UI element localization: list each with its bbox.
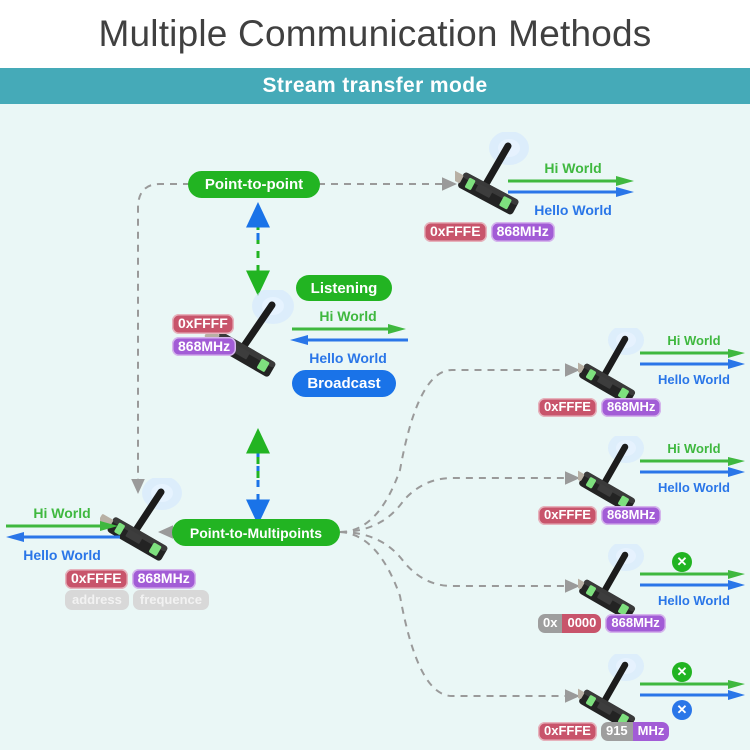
frequence-caption: frequence [132, 590, 210, 610]
badges-peer-3: 0x 0000 868MHz [538, 614, 666, 633]
frequency-badge: 915 MHz [600, 722, 670, 741]
messages-peer-2: Hi World Hello World [640, 441, 748, 496]
messages-peer-1: Hi World Hello World [640, 333, 748, 388]
pill-listening-label: Listening [310, 279, 378, 297]
frequency-badge: 868MHz [131, 569, 196, 589]
pill-broadcast-label: Broadcast [307, 375, 381, 392]
pill-point-to-multipoints-label: Point-to-Multipoints [189, 524, 323, 541]
badges-top-right: 0xFFFE 868MHz [424, 222, 555, 242]
arrow-pair-bidirectional [290, 324, 408, 346]
hello-world-label: Hello World [658, 371, 730, 387]
pill-point-to-point-label: Point-to-point [204, 176, 304, 193]
address-badge: 0xFFFE [538, 722, 597, 741]
diagram-root: Multiple Communication Methods Stream tr… [0, 0, 750, 750]
hi-world-label: Hi World [667, 441, 721, 456]
pill-listening[interactable]: Listening [296, 275, 392, 301]
wire-fanout-3 [339, 531, 580, 593]
hello-world-label: Hello World [309, 350, 387, 367]
badges-bottom-left: 0xFFFE 868MHz [65, 569, 196, 589]
frequency-badge: 868MHz [490, 222, 555, 242]
frequency-value: MHz [632, 722, 670, 741]
pill-broadcast[interactable]: Broadcast [292, 370, 396, 397]
badges-peer-2: 0xFFFE 868MHz [538, 506, 662, 525]
hi-world-label: Hi World [319, 308, 377, 324]
messages-center: Hi World Hello World [288, 308, 408, 366]
hi-world-label: Hi World [544, 160, 602, 176]
messages-top-right: Hi World Hello World [508, 160, 638, 218]
address-badge: 0xFFFE [538, 506, 597, 525]
x-glyph: ✕ [676, 664, 688, 679]
hi-world-label: Hi World [667, 333, 721, 348]
hello-blocked-icon: ✕ [672, 700, 692, 720]
arrow-pair-right [640, 570, 745, 590]
frequency-prefix: 915 [600, 722, 633, 741]
arrow-pair-right [640, 680, 745, 700]
frequency-badge: 868MHz [172, 336, 237, 357]
x-glyph: ✕ [676, 554, 688, 569]
address-badge: 0xFFFE [424, 222, 487, 242]
messages-peer-3: Hello World [640, 550, 748, 609]
address-badge: 0xFFFE [538, 398, 597, 417]
frequency-badge: 868MHz [605, 614, 666, 633]
pill-point-to-point[interactable]: Point-to-point [188, 171, 320, 198]
address-caption: address [65, 590, 129, 610]
hello-world-label: Hello World [23, 547, 101, 564]
messages-peer-4 [640, 660, 748, 724]
address-value: 0000 [562, 614, 602, 633]
arrow-pair-right [508, 176, 634, 198]
hi-world-label: Hi World [33, 505, 91, 521]
hello-world-label: Hello World [534, 202, 612, 219]
arrow-pair-right [640, 348, 745, 369]
hi-blocked-icon: ✕ [672, 552, 692, 572]
frequency-badge: 868MHz [600, 398, 662, 417]
arrow-pair-bidirectional [6, 521, 120, 543]
hello-world-label: Hello World [658, 479, 730, 495]
arrow-pair-right [640, 456, 745, 477]
pill-point-to-multipoints[interactable]: Point-to-Multipoints [172, 519, 340, 546]
address-prefix: 0x [538, 614, 563, 633]
frequency-badge: 868MHz [600, 506, 662, 525]
x-glyph: ✕ [676, 702, 688, 717]
badge-captions-bottom-left: address frequence [65, 590, 210, 610]
hi-blocked-icon: ✕ [672, 662, 692, 682]
badges-peer-4: 0xFFFE 915 MHz [538, 722, 670, 741]
badges-peer-1: 0xFFFE 868MHz [538, 398, 662, 417]
address-badge: 0xFFFF [172, 314, 234, 334]
badges-center: 0xFFFF 868MHz [172, 314, 237, 357]
address-badge: 0xFFFE [65, 569, 128, 589]
messages-bottom-left: Hi World Hello World [4, 505, 120, 563]
address-badge: 0x 0000 [538, 614, 602, 633]
hello-world-label: Hello World [658, 593, 730, 608]
